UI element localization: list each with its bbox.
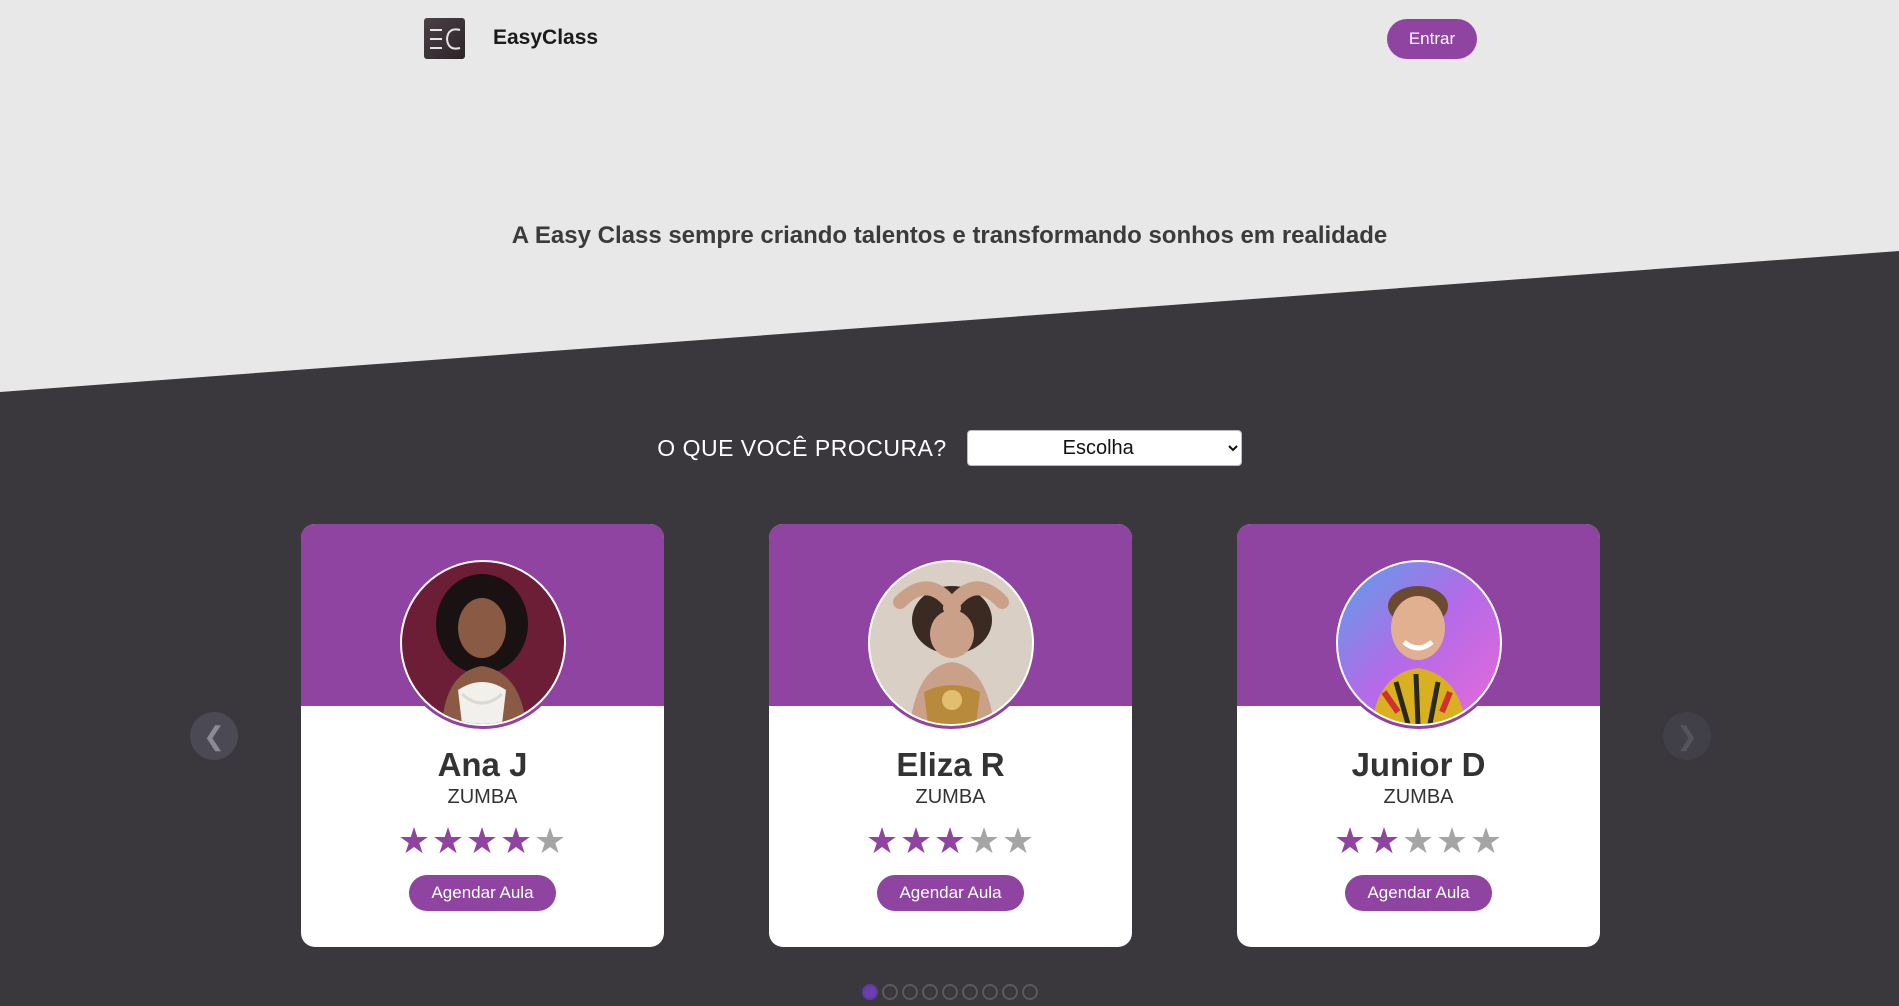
star-empty-icon: ★ (967, 820, 1002, 861)
site-header: EasyClass Entrar (0, 0, 1899, 80)
carousel-page-dot[interactable] (861, 984, 878, 1000)
carousel-page-dot[interactable] (901, 984, 918, 1000)
logo-icon[interactable] (424, 18, 465, 59)
instructor-category: ZUMBA (1383, 786, 1454, 808)
star-filled-icon: ★ (1367, 820, 1402, 861)
star-empty-icon: ★ (533, 820, 568, 861)
instructor-card: Eliza R ZUMBA ★★★★★ Agendar Aula (769, 524, 1132, 947)
category-select[interactable]: Escolha (966, 430, 1242, 466)
rating-stars: ★★★★★ (769, 820, 1132, 862)
avatar (1333, 557, 1505, 729)
carousel-page-dot[interactable] (921, 984, 938, 1000)
brand-name[interactable]: EasyClass (493, 26, 598, 50)
star-filled-icon: ★ (1333, 820, 1368, 861)
star-empty-icon: ★ (1401, 820, 1436, 861)
book-class-button[interactable]: Agendar Aula (409, 875, 556, 911)
carousel-page-dot[interactable] (961, 984, 978, 1000)
instructor-photo (402, 562, 564, 724)
instructor-photo (1338, 562, 1500, 724)
carousel-page-dot[interactable] (941, 984, 958, 1000)
instructor-photo (870, 562, 1032, 724)
star-filled-icon: ★ (397, 820, 432, 861)
avatar (865, 557, 1037, 729)
carousel-page-dot[interactable] (981, 984, 998, 1000)
instructor-card: Ana J ZUMBA ★★★★★ Agendar Aula (301, 524, 664, 947)
star-filled-icon: ★ (465, 820, 500, 861)
carousel-pagination (0, 984, 1899, 1000)
instructor-name: Junior D (1351, 746, 1486, 783)
instructor-category: ZUMBA (915, 786, 986, 808)
star-filled-icon: ★ (865, 820, 900, 861)
book-class-button[interactable]: Agendar Aula (1345, 875, 1492, 911)
rating-stars: ★★★★★ (301, 820, 664, 862)
star-filled-icon: ★ (899, 820, 934, 861)
book-class-button[interactable]: Agendar Aula (877, 875, 1024, 911)
star-empty-icon: ★ (1469, 820, 1504, 861)
instructor-name: Ana J (437, 746, 528, 783)
carousel-page-dot[interactable] (1021, 984, 1038, 1000)
instructor-category: ZUMBA (447, 786, 518, 808)
search-row: O QUE VOCÊ PROCURA? Escolha (0, 430, 1899, 466)
star-filled-icon: ★ (431, 820, 466, 861)
login-button[interactable]: Entrar (1387, 19, 1477, 59)
hero-tagline: A Easy Class sempre criando talentos e t… (511, 222, 1388, 249)
carousel-page-dot[interactable] (881, 984, 898, 1000)
star-filled-icon: ★ (499, 820, 534, 861)
star-filled-icon: ★ (933, 820, 968, 861)
rating-stars: ★★★★★ (1237, 820, 1600, 862)
carousel-page-dot[interactable] (1001, 984, 1018, 1000)
avatar (397, 557, 569, 729)
star-empty-icon: ★ (1435, 820, 1470, 861)
instructor-name: Eliza R (896, 746, 1005, 783)
carousel-prev-button[interactable]: ❮ (190, 712, 238, 760)
star-empty-icon: ★ (1001, 820, 1036, 861)
carousel-next-button[interactable]: ❯ (1663, 712, 1711, 760)
search-label: O QUE VOCÊ PROCURA? (657, 434, 947, 461)
instructor-card: Junior D ZUMBA ★★★★★ Agendar Aula (1237, 524, 1600, 947)
